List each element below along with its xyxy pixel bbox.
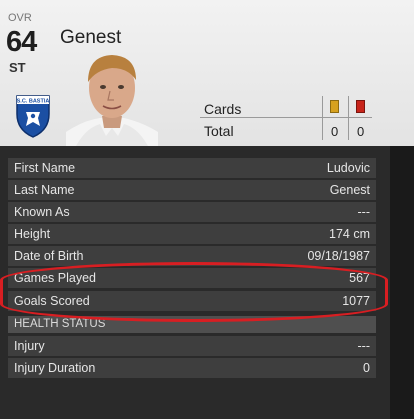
club-crest-icon: S.C. BASTIA (16, 95, 50, 138)
detail-value: --- (357, 339, 371, 353)
detail-label: Goals Scored (14, 294, 90, 308)
health-status-title: HEALTH STATUS (14, 318, 106, 330)
position-label: ST (9, 60, 26, 75)
player-details-panel: First Name Ludovic Last Name Genest Know… (0, 146, 390, 419)
detail-row-injury: Injury --- (8, 336, 376, 356)
ovr-value: 64 (6, 26, 37, 58)
detail-row-known-as: Known As --- (8, 202, 376, 222)
detail-value: Ludovic (326, 161, 370, 175)
health-status-header: HEALTH STATUS (8, 316, 376, 333)
detail-value: Genest (329, 183, 370, 197)
detail-row-date-of-birth: Date of Birth 09/18/1987 (8, 246, 376, 266)
cards-summary: Cards Total 0 0 (200, 96, 372, 140)
cards-label: Cards (204, 101, 242, 117)
detail-label: Date of Birth (14, 249, 84, 263)
yellow-card-total: 0 (331, 124, 339, 139)
detail-row-games-played: Games Played 567 (8, 268, 376, 288)
detail-row-goals-scored: Goals Scored 1077 (8, 291, 376, 311)
detail-label: First Name (14, 161, 76, 175)
detail-value: 0 (363, 361, 370, 375)
ovr-label: OVR (8, 12, 32, 24)
detail-row-height: Height 174 cm (8, 224, 376, 244)
yellow-card-icon (330, 100, 339, 113)
detail-value: --- (357, 205, 371, 219)
player-header: OVR 64 ST Genest S.C. BASTIA Cards Total… (0, 0, 414, 146)
cards-total-row: Total 0 0 (200, 118, 372, 140)
player-photo (66, 55, 158, 146)
detail-label: Last Name (14, 183, 75, 197)
total-label: Total (204, 123, 234, 139)
detail-label: Games Played (14, 271, 96, 285)
detail-label: Known As (14, 205, 70, 219)
red-card-total: 0 (357, 124, 365, 139)
cards-header-row: Cards (200, 96, 372, 118)
detail-label: Height (14, 227, 51, 241)
red-card-icon (356, 100, 365, 113)
crest-text: S.C. BASTIA (17, 99, 50, 105)
detail-value: 174 cm (329, 227, 370, 241)
detail-value: 567 (349, 271, 370, 285)
detail-value: 1077 (342, 294, 370, 308)
detail-row-injury-duration: Injury Duration 0 (8, 358, 376, 378)
detail-row-last-name: Last Name Genest (8, 180, 376, 200)
detail-label: Injury Duration (14, 361, 96, 375)
detail-row-first-name: First Name Ludovic (8, 158, 376, 178)
detail-label: Injury (14, 339, 45, 353)
detail-value: 09/18/1987 (307, 249, 370, 263)
